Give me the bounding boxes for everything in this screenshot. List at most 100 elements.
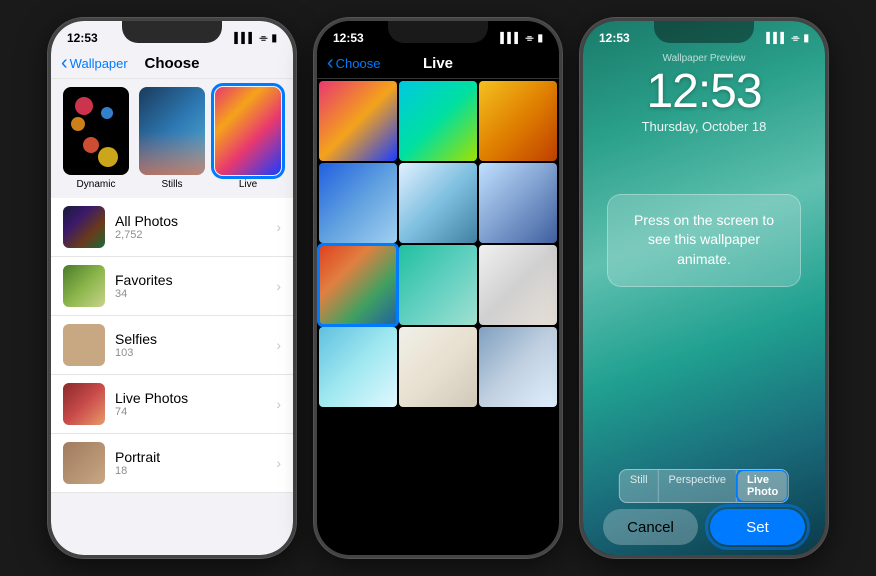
thumb-dynamic-bg xyxy=(63,87,129,175)
photo-list-info-selfies: Selfies 103 xyxy=(115,331,266,359)
volume-down-2 xyxy=(314,201,316,251)
category-dynamic[interactable]: Dynamic xyxy=(61,87,131,190)
live-cell-5[interactable] xyxy=(399,163,477,243)
volume-up-1 xyxy=(48,141,50,191)
nav-bar-2: Choose Live xyxy=(317,49,559,79)
preview-date: Thursday, October 18 xyxy=(583,119,825,134)
nav-title-1: Choose xyxy=(144,55,199,72)
phone-2: 12:53 ▌▌▌ ⌯ ▮ Choose Live xyxy=(314,18,562,558)
live-cell-9[interactable] xyxy=(479,245,557,325)
phone-3: 12:53 ▌▌▌ ⌯ ▮ Wallpaper Preview 12:53 Th… xyxy=(580,18,828,558)
cancel-button[interactable]: Cancel xyxy=(603,509,698,545)
thumb-selfies xyxy=(63,324,105,366)
volume-up-2 xyxy=(314,141,316,191)
power-button-1 xyxy=(294,121,296,181)
set-button[interactable]: Set xyxy=(710,509,805,545)
status-icons-3: ▌▌▌ ⌯ ▮ xyxy=(766,33,809,44)
screen-2: 12:53 ▌▌▌ ⌯ ▮ Choose Live xyxy=(317,21,559,555)
category-thumb-dynamic xyxy=(63,87,129,175)
photo-list-info-portrait: Portrait 18 xyxy=(115,449,266,477)
status-time-1: 12:53 xyxy=(67,31,98,45)
screen-1: 12:53 ▌▌▌ ⌯ ▮ Wallpaper Choose xyxy=(51,21,293,555)
wifi-icon-3: ⌯ xyxy=(791,33,799,44)
screen-3: 12:53 ▌▌▌ ⌯ ▮ Wallpaper Preview 12:53 Th… xyxy=(583,21,825,555)
thumb-live-bg xyxy=(215,87,281,175)
thumb-favorites xyxy=(63,265,105,307)
photo-count-selfies: 103 xyxy=(115,347,266,359)
photo-list-info-fav: Favorites 34 xyxy=(115,272,266,300)
chevron-all: › xyxy=(276,219,281,235)
notch-1 xyxy=(122,21,222,43)
live-cell-4[interactable] xyxy=(319,163,397,243)
category-thumb-live xyxy=(215,87,281,175)
preview-message-box: Press on the screen to see this wallpape… xyxy=(607,194,801,287)
nav-title-2: Live xyxy=(423,55,453,72)
photo-name-live: Live Photos xyxy=(115,390,266,406)
live-cell-6[interactable] xyxy=(479,163,557,243)
live-cell-12[interactable] xyxy=(479,327,557,407)
preview-message-text: Press on the screen to see this wallpape… xyxy=(634,212,774,267)
volume-down-1 xyxy=(48,201,50,251)
live-cell-7-selected[interactable] xyxy=(319,245,397,325)
list-item-portrait[interactable]: Portrait 18 › xyxy=(51,434,293,493)
list-item-selfies[interactable]: Selfies 103 › xyxy=(51,316,293,375)
category-label-stills: Stills xyxy=(161,179,182,190)
power-button-2 xyxy=(560,121,562,181)
photo-list-info-all: All Photos 2,752 xyxy=(115,213,266,241)
option-still[interactable]: Still xyxy=(620,470,659,502)
category-thumb-stills xyxy=(139,87,205,175)
live-cell-8[interactable] xyxy=(399,245,477,325)
thumb-portrait xyxy=(63,442,105,484)
silent-button-3 xyxy=(580,101,582,131)
volume-down-3 xyxy=(580,201,582,251)
photo-list-info-live: Live Photos 74 xyxy=(115,390,266,418)
thumb-stills-bg xyxy=(139,87,205,175)
option-live-photo[interactable]: Live Photo xyxy=(737,470,788,502)
bokeh-4 xyxy=(101,107,113,119)
signal-icon-3: ▌▌▌ xyxy=(766,33,787,44)
live-cell-3[interactable] xyxy=(479,81,557,161)
status-time-2: 12:53 xyxy=(333,31,364,45)
volume-up-3 xyxy=(580,141,582,191)
photo-count-all: 2,752 xyxy=(115,229,266,241)
silent-button-2 xyxy=(314,101,316,131)
thumb-all-photos xyxy=(63,206,105,248)
phone-1: 12:53 ▌▌▌ ⌯ ▮ Wallpaper Choose xyxy=(48,18,296,558)
live-cell-10[interactable] xyxy=(319,327,397,407)
status-icons-1: ▌▌▌ ⌯ ▮ xyxy=(234,33,277,44)
chevron-live: › xyxy=(276,396,281,412)
live-cell-1[interactable] xyxy=(319,81,397,161)
category-live[interactable]: Live xyxy=(213,87,283,190)
live-cell-11[interactable] xyxy=(399,327,477,407)
photo-count-portrait: 18 xyxy=(115,465,266,477)
nav-back-choose[interactable]: Choose xyxy=(327,55,380,73)
wifi-icon: ⌯ xyxy=(259,33,267,44)
notch-3 xyxy=(654,21,754,43)
chevron-portrait: › xyxy=(276,455,281,471)
category-stills[interactable]: Stills xyxy=(137,87,207,190)
nav-back-wallpaper[interactable]: Wallpaper xyxy=(61,55,128,73)
photo-name-all: All Photos xyxy=(115,213,266,229)
list-item-favorites[interactable]: Favorites 34 › xyxy=(51,257,293,316)
wifi-icon-2: ⌯ xyxy=(525,33,533,44)
category-label-dynamic: Dynamic xyxy=(77,179,116,190)
live-grid xyxy=(317,79,559,409)
power-button-3 xyxy=(826,121,828,181)
list-item-live-photos[interactable]: Live Photos 74 › xyxy=(51,375,293,434)
silent-button-1 xyxy=(48,101,50,131)
live-cell-2[interactable] xyxy=(399,81,477,161)
preview-options: Still Perspective Live Photo xyxy=(619,469,789,503)
signal-icon-2: ▌▌▌ xyxy=(500,33,521,44)
preview-buttons: Cancel Set xyxy=(583,509,825,545)
photo-count-live: 74 xyxy=(115,406,266,418)
photo-name-fav: Favorites xyxy=(115,272,266,288)
signal-icon: ▌▌▌ xyxy=(234,33,255,44)
bokeh-1 xyxy=(75,97,93,115)
battery-icon-3: ▮ xyxy=(803,33,809,44)
option-perspective[interactable]: Perspective xyxy=(659,470,737,502)
category-label-live: Live xyxy=(239,179,257,190)
preview-time: 12:53 xyxy=(583,66,825,119)
list-item-all-photos[interactable]: All Photos 2,752 › xyxy=(51,198,293,257)
bokeh-5 xyxy=(98,147,118,167)
notch-2 xyxy=(388,21,488,43)
